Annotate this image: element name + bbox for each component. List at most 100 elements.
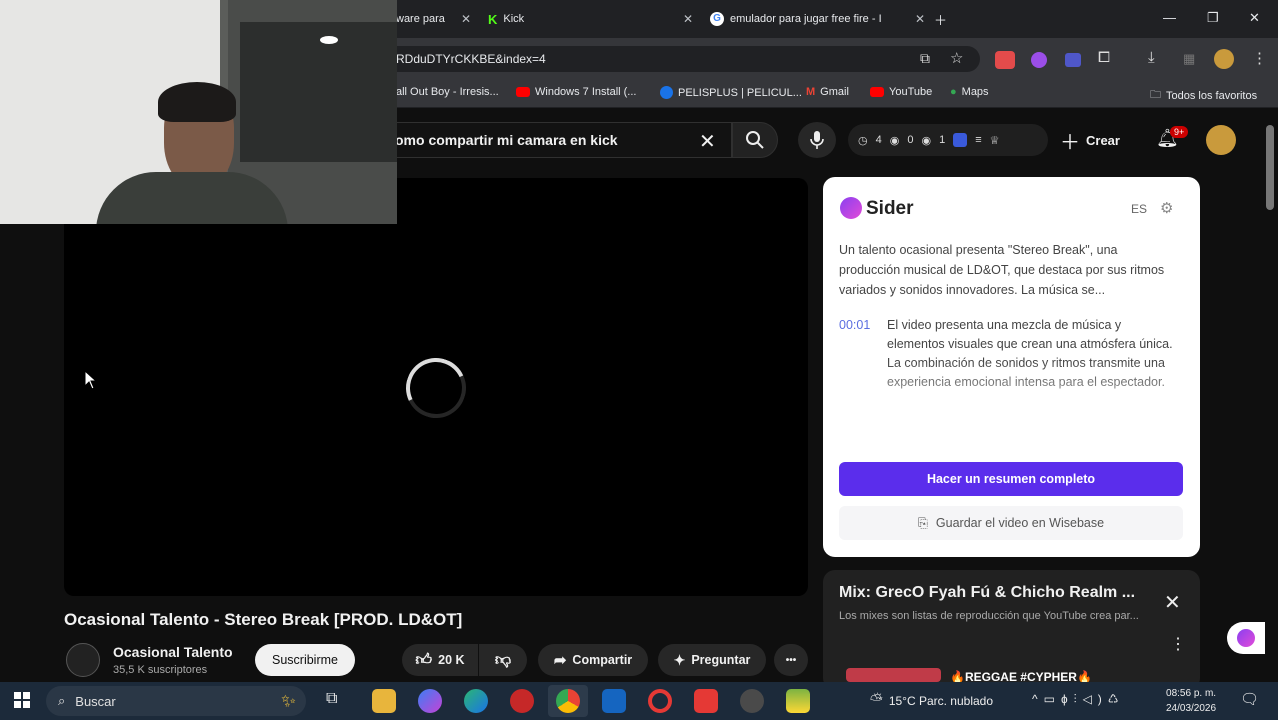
create-button[interactable]: ＋ Crear <box>1060 124 1140 156</box>
search-input[interactable]: omo compartir mi camara en kick ✕ <box>370 122 732 158</box>
sider-float-button[interactable] <box>1227 622 1265 654</box>
taskbar-search[interactable]: ⌕ Buscar ✨︎ <box>46 686 306 716</box>
tab-label: ware para <box>396 13 445 25</box>
video-title: Ocasional Talento - Stereo Break [PROD. … <box>64 610 463 629</box>
search-icon <box>746 131 764 149</box>
language-selector[interactable]: ES <box>1131 202 1147 216</box>
channel-name[interactable]: Ocasional Talento <box>113 644 233 660</box>
url-bar[interactable]: RDduDTYrCKKBE&index=4 <box>380 46 980 72</box>
tab-software[interactable]: ware para ✕ <box>396 6 471 32</box>
pelisplus-icon <box>660 86 673 99</box>
task-view-icon[interactable]: ⧉ <box>326 690 337 708</box>
profile-avatar[interactable] <box>1214 49 1234 69</box>
bookmark-label: YouTube <box>889 86 933 98</box>
bookmark-label: Gmail <box>820 86 849 98</box>
taskbar-search-label: Buscar <box>75 693 116 709</box>
clock-date: 24/03/2026 <box>1166 703 1217 714</box>
window-close-icon[interactable]: ✕ <box>1249 10 1260 26</box>
bookmark-windows7[interactable]: Windows 7 Install (... <box>516 86 636 98</box>
eye-icon: ◉ <box>921 134 932 147</box>
trophy-icon[interactable]: ♕ <box>990 134 1000 147</box>
dislike-button[interactable]: 👎︎ <box>479 644 527 676</box>
minimize-icon[interactable]: — <box>1163 10 1176 25</box>
voice-search-button[interactable] <box>798 122 836 158</box>
stat-views: 4 <box>875 134 882 146</box>
settings-gear-icon[interactable]: ⚙ <box>1160 199 1173 217</box>
close-icon[interactable]: ✕ <box>915 12 925 26</box>
close-icon[interactable]: ✕ <box>1164 590 1181 615</box>
extension-icon[interactable] <box>995 51 1015 69</box>
bookmark-star-icon[interactable]: ☆ <box>950 49 963 67</box>
all-bookmarks-folder[interactable]: 🗀 Todos los favoritos <box>1150 86 1257 105</box>
windows-start-icon[interactable] <box>14 692 30 713</box>
close-icon[interactable]: ✕ <box>461 12 471 26</box>
app-icon[interactable] <box>740 689 764 713</box>
sider-title: Sider <box>866 198 914 219</box>
save-to-wisebase-button[interactable]: ⎘ Guardar el video en Wisebase <box>839 506 1183 540</box>
ask-button[interactable]: ✦ Preguntar <box>658 644 766 676</box>
mix-item-thumbnail[interactable] <box>846 668 941 682</box>
all-bookmarks-label: Todos los favoritos <box>1166 89 1258 102</box>
microphone-icon <box>810 131 824 149</box>
list-icon[interactable]: ≡ <box>975 134 981 146</box>
app-icon[interactable] <box>510 689 534 713</box>
user-avatar[interactable] <box>1206 125 1236 155</box>
full-summary-button[interactable]: Hacer un resumen completo <box>839 462 1183 496</box>
share-label: Compartir <box>572 653 633 667</box>
chrome-icon[interactable] <box>556 689 580 713</box>
clear-search-icon[interactable]: ✕ <box>699 129 716 154</box>
weather-widget[interactable]: ⛅︎ 15°C Parc. nublado <box>870 692 993 710</box>
bookmark-pelisplus[interactable]: PELISPLUS | PELICUL... <box>660 86 802 99</box>
bluestacks-icon[interactable] <box>786 689 810 713</box>
edge-icon[interactable] <box>464 689 488 713</box>
search-icon: ⌕ <box>58 693 66 708</box>
close-icon[interactable]: ✕ <box>683 12 693 26</box>
bookmark-fall-out-boy[interactable]: all Out Boy - Irresis... <box>396 86 499 98</box>
person-hair <box>158 82 236 122</box>
tab-kick[interactable]: K Kick ✕ <box>488 6 693 32</box>
sider-extension-icon[interactable] <box>1031 52 1047 68</box>
share-button[interactable]: ➦ Compartir <box>538 644 648 676</box>
youtube-icon <box>516 87 530 97</box>
sparkle-icon: ✨︎ <box>281 690 296 711</box>
sider-logo-icon <box>1237 629 1255 647</box>
bookmark-gmail[interactable]: M Gmail <box>806 86 849 98</box>
search-button[interactable] <box>732 122 778 158</box>
page-scrollbar[interactable] <box>1266 125 1274 210</box>
outlook-icon[interactable] <box>602 689 626 713</box>
channel-avatar[interactable] <box>66 643 100 677</box>
tab-google[interactable]: G emulador para jugar free fire - I ✕ <box>710 6 925 32</box>
opera-icon[interactable] <box>648 689 672 713</box>
bookmark-maps[interactable]: ● Maps <box>950 86 989 98</box>
mix-title[interactable]: Mix: GrecO Fyah Fú & Chicho Realm ... <box>839 584 1139 602</box>
system-clock[interactable]: 08:56 p. m. 24/03/2026 <box>1166 686 1216 716</box>
subscribe-button[interactable]: Suscribirme <box>255 644 355 676</box>
extension-icon[interactable] <box>953 133 968 147</box>
system-tray-icons[interactable]: ^▭ɸ⫶◁)♺ <box>1032 692 1125 707</box>
timestamp-link[interactable]: 00:01 <box>839 318 870 332</box>
copilot-icon[interactable] <box>418 689 442 713</box>
bookmark-youtube[interactable]: YouTube <box>870 86 932 98</box>
download-icon[interactable]: ⤓ <box>1148 49 1155 66</box>
more-actions-button[interactable]: ••• <box>774 644 808 676</box>
wps-icon[interactable] <box>694 689 718 713</box>
text-fade-overlay <box>830 360 1190 440</box>
extensions-puzzle-icon[interactable]: ⧠ <box>1098 49 1110 66</box>
eye-icon: ◉ <box>889 134 900 147</box>
file-explorer-icon[interactable] <box>372 689 396 713</box>
notification-badge: 9+ <box>1170 126 1189 138</box>
extension-icon[interactable] <box>1065 53 1081 67</box>
gmail-icon: M <box>806 86 816 98</box>
install-app-icon[interactable]: ⧉ <box>920 50 930 67</box>
folder-icon: 🗀 <box>1150 89 1161 101</box>
more-options-icon[interactable]: ⋮ <box>1170 634 1186 654</box>
menu-dots-icon[interactable]: ⋮ <box>1252 49 1267 67</box>
save-label: Guardar el video en Wisebase <box>935 516 1105 530</box>
bookmark-label: PELISPLUS | PELICUL... <box>678 86 802 99</box>
new-tab-icon[interactable]: ＋ <box>934 10 947 29</box>
maximize-icon[interactable]: ❐ <box>1207 10 1219 26</box>
extension-icon[interactable]: ▦ <box>1183 51 1195 67</box>
extension-stats-bar[interactable]: ◷ 4 ◉ 0 ◉ 1 ≡ ♕ <box>848 124 1048 156</box>
like-button[interactable]: 👍︎ 20 K <box>402 644 478 676</box>
notification-center-icon[interactable]: 🗨︎ <box>1240 690 1259 708</box>
